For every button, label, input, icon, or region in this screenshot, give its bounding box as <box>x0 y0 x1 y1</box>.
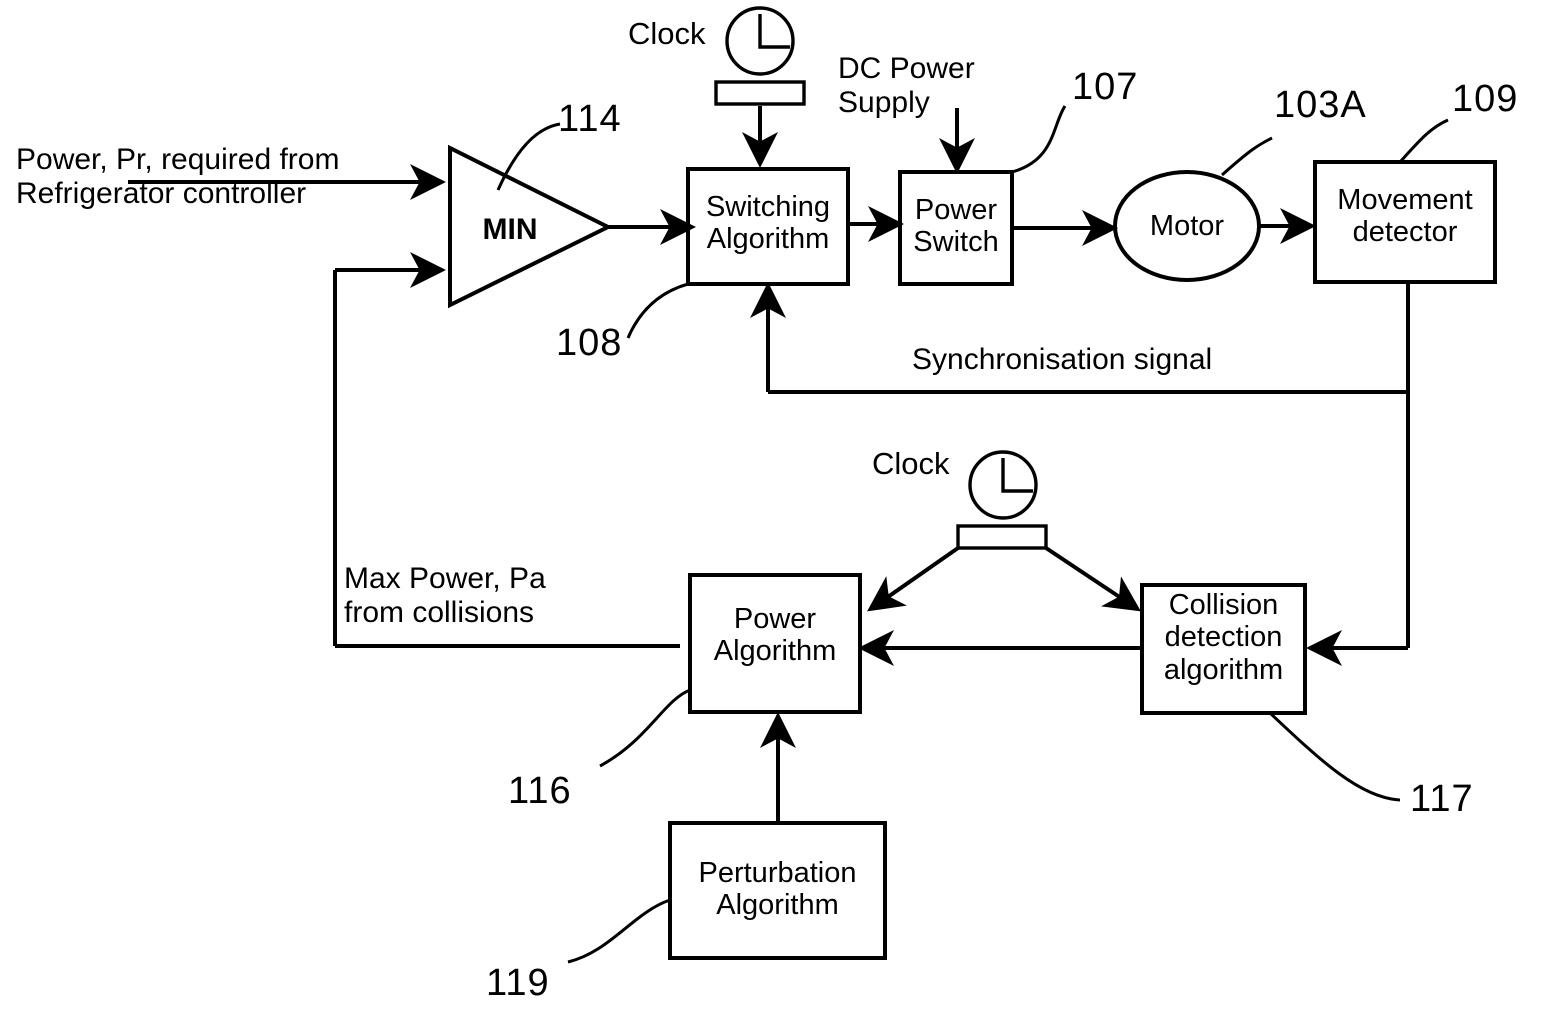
collision-detection-label: Collision detection algorithm <box>1163 589 1284 686</box>
max-power-label: Max Power, Pa from collisions <box>344 562 546 629</box>
ref-numeral-117: 117 <box>1410 778 1474 820</box>
switching-algorithm-label: Switching Algorithm <box>705 191 831 256</box>
arrow-clock-to-power-algorithm <box>867 546 960 612</box>
clock-icon-middle <box>956 450 1048 550</box>
leader-108 <box>626 282 689 339</box>
ref-numeral-108: 108 <box>556 322 623 364</box>
synchronisation-signal-label: Synchronisation signal <box>912 343 1213 376</box>
arrow-clock-to-collision-detection <box>1044 546 1141 612</box>
power-algorithm-label: Power Algorithm <box>713 603 837 668</box>
ref-numeral-119: 119 <box>486 962 550 1004</box>
clock-icon-top <box>714 6 806 168</box>
ref-numeral-114: 114 <box>558 98 622 140</box>
leader-119 <box>567 898 671 964</box>
clock-mid-label: Clock <box>872 446 950 481</box>
dc-power-supply-label: DC Power Supply <box>838 52 975 119</box>
min-block-label: MIN <box>482 213 538 246</box>
ref-numeral-103A: 103A <box>1274 84 1367 126</box>
ref-numeral-109: 109 <box>1452 78 1519 120</box>
leader-116 <box>599 688 691 768</box>
perturbation-algorithm-label: Perturbation Algorithm <box>698 857 857 922</box>
motor-label: Motor <box>1149 210 1225 242</box>
patent-figure-canvas: Power, Pr, required from Refrigerator co… <box>0 0 1546 1015</box>
leader-107 <box>1011 105 1067 174</box>
ref-numeral-116: 116 <box>508 770 572 812</box>
ref-numeral-107: 107 <box>1072 66 1139 108</box>
leader-114 <box>496 122 561 191</box>
clock-top-label: Clock <box>628 16 706 51</box>
leader-109 <box>1398 118 1449 164</box>
leader-117 <box>1268 711 1401 802</box>
power-switch-label: Power Switch <box>913 194 999 259</box>
leader-103A <box>1221 136 1273 177</box>
power-required-label: Power, Pr, required from Refrigerator co… <box>16 143 340 210</box>
movement-detector-label: Movement detector <box>1337 184 1473 249</box>
